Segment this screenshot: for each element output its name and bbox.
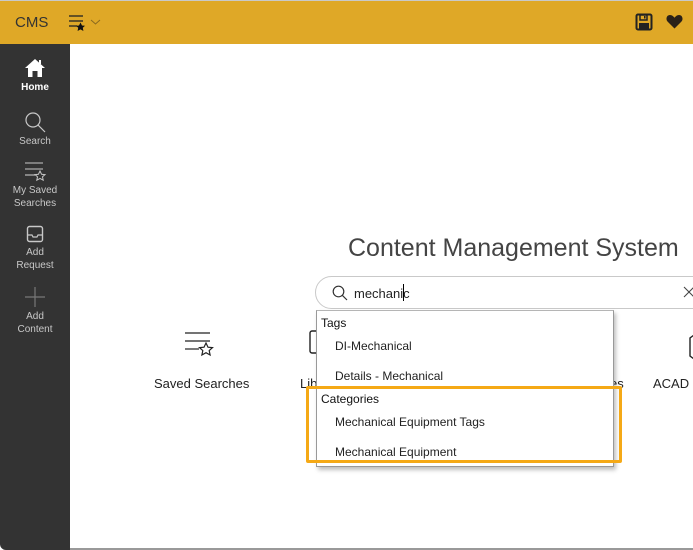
home-icon <box>25 59 45 77</box>
saved-searches-icon <box>25 162 47 182</box>
sidebar-item-label: Add <box>26 247 44 258</box>
sidebar-item-add-request[interactable]: Add Request <box>0 224 70 272</box>
dropdown-group-header-categories: Categories <box>321 392 380 406</box>
acad-icon <box>689 334 693 360</box>
saved-searches-menu-button[interactable] <box>67 13 105 35</box>
search-icon <box>332 285 348 301</box>
dropdown-item[interactable]: DI-Mechanical <box>335 339 412 353</box>
saved-searches-icon <box>185 332 214 357</box>
page-title: Content Management System <box>348 234 679 262</box>
save-button[interactable] <box>635 13 655 33</box>
tile-label: Saved Searches <box>154 376 250 391</box>
sidebar-item-add-content[interactable]: Add Content <box>0 286 70 336</box>
sidebar-item-label: Content <box>17 324 53 335</box>
close-icon[interactable] <box>683 286 693 298</box>
search-icon <box>25 112 46 133</box>
app-title: CMS <box>15 14 49 31</box>
sidebar-item-label: Searches <box>13 198 57 209</box>
saved-searches-icon <box>69 15 101 31</box>
dropdown-item[interactable]: Mechanical Equipment Tags <box>335 415 485 429</box>
sidebar-item-label: Search <box>19 136 51 147</box>
favorite-button[interactable] <box>666 14 684 32</box>
tile-acad[interactable]: ACAD C <box>653 330 693 392</box>
sidebar-item-my-saved-searches[interactable]: My Saved Searches <box>0 160 70 210</box>
inbox-icon <box>26 225 44 243</box>
autocomplete-dropdown: Tags DI-Mechanical Details - Mechanical … <box>316 310 614 467</box>
sidebar-item-home[interactable]: Home <box>0 57 70 94</box>
search-input[interactable] <box>354 283 674 303</box>
tile-label: ACAD C <box>653 376 693 391</box>
dropdown-item[interactable]: Mechanical Equipment <box>335 445 456 459</box>
sidebar-item-label: Home <box>21 82 49 93</box>
sidebar-item-label: Add <box>26 311 44 322</box>
plus-icon <box>25 287 45 307</box>
heart-icon <box>666 15 683 29</box>
title-bar: CMS <box>0 0 693 44</box>
search-box[interactable] <box>315 276 693 309</box>
sidebar-item-search[interactable]: Search <box>0 111 70 148</box>
dropdown-group-header-tags: Tags <box>321 316 347 330</box>
sidebar-item-label: My Saved <box>12 185 58 196</box>
sidebar-item-label: Request <box>16 260 54 271</box>
tile-label: Lib <box>300 376 318 391</box>
floppy-disk-icon <box>635 13 653 31</box>
text-caret <box>403 284 404 301</box>
dropdown-item[interactable]: Details - Mechanical <box>335 369 443 383</box>
tile-saved-searches[interactable]: Saved Searches <box>154 330 250 392</box>
sidebar: Home Search My Saved Searches Add Reques… <box>0 44 70 550</box>
